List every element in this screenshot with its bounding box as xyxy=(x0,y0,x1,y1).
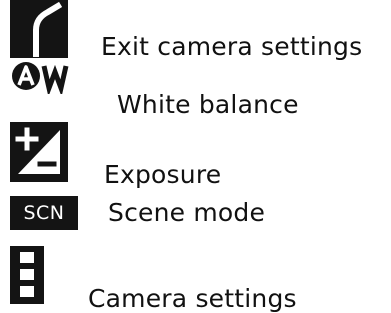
scene-mode-label: Scene mode xyxy=(108,198,266,227)
exposure-icon xyxy=(10,122,68,182)
white-balance-auto-icon xyxy=(10,60,86,94)
camera-settings-icon xyxy=(10,246,44,304)
scene-mode-icon: SCN xyxy=(10,196,78,230)
camera-settings-label: Camera settings xyxy=(88,284,297,313)
exposure-label: Exposure xyxy=(104,160,222,189)
white-balance-label: White balance xyxy=(117,90,299,119)
exit-camera-settings-icon xyxy=(10,0,68,58)
exit-camera-settings-label: Exit camera settings xyxy=(101,32,363,61)
